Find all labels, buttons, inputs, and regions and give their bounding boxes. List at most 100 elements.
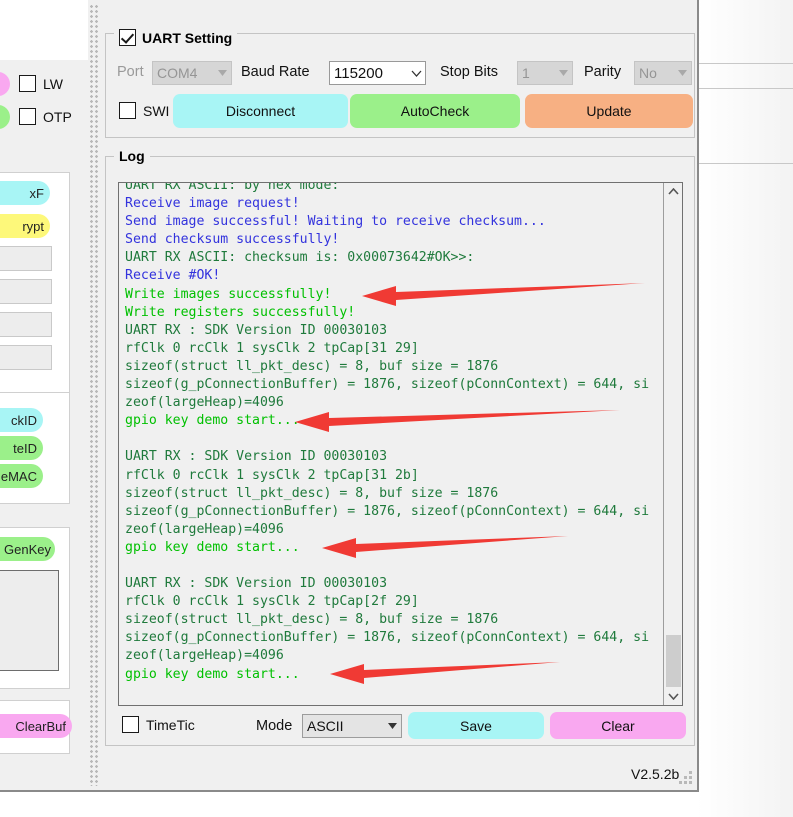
sidebar-field-3[interactable] [0, 312, 52, 337]
stop-bits-label: Stop Bits [440, 64, 499, 80]
sidebar-checkbox-lw[interactable]: LW [19, 75, 63, 92]
disconnect-button[interactable]: Disconnect [173, 94, 348, 128]
log-line: gpio key demo start... [125, 539, 300, 555]
timetic-label: TimeTic [146, 716, 195, 733]
resize-grip[interactable] [678, 771, 693, 786]
port-combobox[interactable]: COM4 [152, 61, 232, 85]
log-line: zeof(largeHeap)=4096 [125, 648, 284, 664]
save-button[interactable]: Save [408, 712, 544, 739]
checkbox-box[interactable] [19, 108, 36, 125]
stop-bits-combobox[interactable]: 1 [517, 61, 573, 85]
mode-value: ASCII [307, 718, 344, 734]
log-line: UART RX : SDK Version ID 00030103 [125, 576, 388, 592]
mode-combobox[interactable]: ASCII [302, 714, 402, 738]
log-line: sizeof(g_pConnectionBuffer) = 1876, size… [125, 630, 650, 646]
scrollbar-up-button[interactable] [664, 183, 682, 200]
mode-label: Mode [256, 718, 293, 734]
parity-value: No [639, 65, 657, 81]
chevron-down-icon[interactable] [408, 62, 425, 84]
parity-combobox[interactable]: No [634, 61, 692, 85]
autocheck-button[interactable]: AutoCheck [350, 94, 520, 128]
sidebar-checkbox-lw-label: LW [43, 75, 63, 92]
uart-setting-title: UART Setting [142, 29, 233, 46]
chevron-down-icon[interactable] [384, 715, 401, 737]
log-line: UART RX : SDK Version ID 00030103 [125, 449, 388, 465]
uart-setting-enable-checkbox[interactable] [119, 29, 136, 46]
sidebar-pill-rypt[interactable]: rypt [0, 214, 50, 238]
log-line: Send image successful! Waiting to receiv… [125, 214, 546, 230]
log-line: zeof(largeHeap)=4096 [125, 395, 284, 411]
log-line: sizeof(g_pConnectionBuffer) = 1876, size… [125, 503, 650, 519]
version-label: V2.5.2b [631, 766, 680, 782]
stop-bits-value: 1 [522, 65, 530, 81]
log-line: UART RX : SDK Version ID 00030103 [125, 322, 388, 338]
sidebar-field-2[interactable] [0, 279, 52, 304]
sidebar-pill-emac[interactable]: eMAC [0, 464, 43, 488]
sidebar-pill-xf[interactable]: xF [0, 181, 50, 205]
log-title: Log [114, 148, 150, 164]
sidebar-key-textarea[interactable] [0, 570, 59, 671]
log-line: sizeof(struct ll_pkt_desc) = 8, buf size… [125, 358, 499, 374]
log-line: Send checksum successfully! [125, 232, 340, 248]
checkbox-box[interactable] [19, 75, 36, 92]
sidebar-pill-ckid[interactable]: ckID [0, 408, 43, 432]
sidebar-checkbox-otp[interactable]: OTP [19, 108, 72, 125]
sidebar-field-1[interactable] [0, 246, 52, 271]
log-line: rfClk 0 rcClk 1 sysClk 2 tpCap[31 2b] [125, 467, 419, 483]
chevron-down-icon [674, 62, 691, 84]
log-scrollbar[interactable] [663, 183, 682, 705]
application-window: LW OTP xF rypt ckID teID eMAC GenKey Cle… [0, 0, 699, 792]
background-window [697, 0, 793, 817]
baud-rate-label: Baud Rate [241, 64, 310, 80]
log-line: sizeof(struct ll_pkt_desc) = 8, buf size… [125, 612, 499, 628]
panel-splitter[interactable] [88, 0, 100, 790]
main-content: UART Setting Port COM4 Baud Rate 115200 … [100, 0, 697, 790]
sidebar-pill-teid[interactable]: teID [0, 436, 43, 460]
scrollbar-down-button[interactable] [664, 688, 682, 705]
background-window-line [697, 63, 793, 64]
log-line: Receive #OK! [125, 268, 221, 284]
log-line: zeof(largeHeap)=4096 [125, 521, 284, 537]
log-line: sizeof(g_pConnectionBuffer) = 1876, size… [125, 377, 650, 393]
log-line: UART RX ASCII: by hex mode: [125, 182, 340, 193]
port-value: COM4 [157, 65, 198, 81]
port-label: Port [117, 64, 144, 80]
log-line: rfClk 0 rcClk 1 sysClk 2 tpCap[2f 29] [125, 594, 419, 610]
log-line: UART RX ASCII: checksum is: 0x00073642#O… [125, 250, 475, 266]
clear-button[interactable]: Clear [550, 712, 686, 739]
log-line: rfClk 0 rcClk 1 sysClk 2 tpCap[31 29] [125, 340, 419, 356]
splitter-grip-dots [89, 4, 99, 786]
chevron-down-icon [555, 62, 572, 84]
log-textarea[interactable]: UART RX ASCII: by hex mode: Receive image… [118, 182, 683, 706]
checkbox-box[interactable] [122, 716, 139, 733]
sidebar-field-4[interactable] [0, 345, 52, 370]
update-button[interactable]: Update [525, 94, 693, 128]
swi-label: SWI [143, 102, 170, 119]
log-line: gpio key demo start... [125, 413, 300, 429]
background-window-line [697, 163, 793, 164]
parity-label: Parity [584, 64, 622, 80]
background-window-line [697, 88, 793, 89]
sidebar-pill-genkey[interactable]: GenKey [0, 537, 55, 561]
log-line: gpio key demo start... [125, 666, 300, 682]
log-lines: UART RX ASCII: by hex mode: Receive image… [125, 182, 654, 684]
baud-rate-value: 115200 [334, 64, 383, 82]
timetic-checkbox-row[interactable]: TimeTic [122, 716, 195, 733]
log-line: Receive image request! [125, 196, 300, 212]
sidebar: LW OTP xF rypt ckID teID eMAC GenKey Cle… [0, 0, 88, 790]
log-line: Write images successfully! [125, 286, 332, 302]
scrollbar-thumb[interactable] [666, 635, 681, 687]
log-line: sizeof(struct ll_pkt_desc) = 8, buf size… [125, 485, 499, 501]
sidebar-edge-pill-1[interactable] [0, 72, 10, 96]
sidebar-checkbox-otp-label: OTP [43, 108, 72, 125]
chevron-down-icon [214, 62, 231, 84]
swi-checkbox-row[interactable]: SWI [119, 102, 169, 119]
sidebar-pill-clearbuf[interactable]: ClearBuf [0, 714, 72, 738]
uart-setting-title-row: UART Setting [114, 29, 238, 46]
sidebar-edge-pill-2[interactable] [0, 105, 10, 129]
baud-rate-combobox[interactable]: 115200 [329, 61, 426, 85]
log-line: Write registers successfully! [125, 304, 356, 320]
checkbox-box[interactable] [119, 102, 136, 119]
